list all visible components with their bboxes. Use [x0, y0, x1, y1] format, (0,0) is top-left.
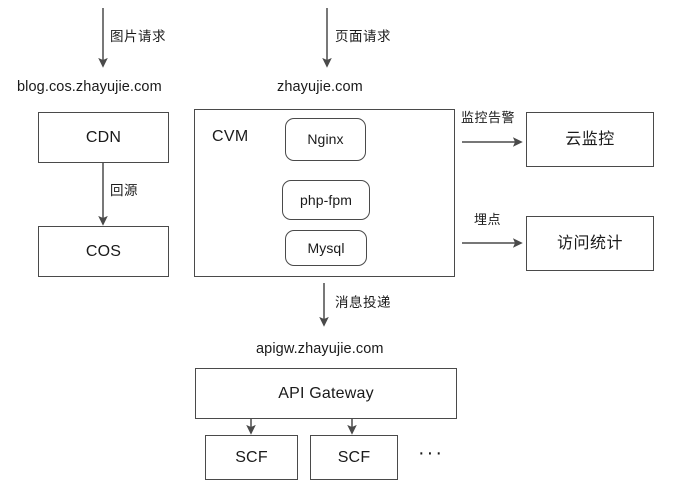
diagram-canvas: 图片请求 页面请求 blog.cos.zhayujie.com zhayujie…: [0, 0, 683, 500]
edge-label-back-to-source: 回源: [110, 183, 138, 198]
node-visit-stats-label: 访问统计: [556, 234, 623, 252]
node-php-fpm-label: php-fpm: [299, 191, 353, 208]
node-scf-2-label: SCF: [337, 448, 371, 466]
node-api-gateway-label: API Gateway: [278, 384, 374, 402]
node-php-fpm[interactable]: php-fpm: [282, 180, 370, 220]
node-mysql-label: Mysql: [307, 239, 345, 256]
node-visit-stats[interactable]: 访问统计: [526, 216, 654, 271]
node-scf-1[interactable]: SCF: [205, 435, 298, 480]
node-scf-1-label: SCF: [235, 448, 268, 466]
edge-label-tracking-point: 埋点: [474, 212, 502, 227]
edge-label-page-request: 页面请求: [335, 29, 391, 44]
node-api-gateway[interactable]: API Gateway: [195, 368, 457, 419]
edge-label-monitor-alarm: 监控告警: [461, 110, 516, 125]
node-cvm-label: CVM: [212, 128, 249, 145]
domain-label-blog-cos: blog.cos.zhayujie.com: [17, 79, 162, 95]
node-cloud-monitor[interactable]: 云监控: [526, 112, 654, 167]
node-cos-label: COS: [85, 242, 122, 260]
node-nginx-label: Nginx: [307, 131, 344, 148]
node-nginx[interactable]: Nginx: [285, 118, 366, 161]
node-cloud-monitor-label: 云监控: [565, 130, 615, 148]
node-cdn[interactable]: CDN: [38, 112, 169, 163]
scf-more-ellipsis: ···: [418, 442, 444, 464]
domain-label-apigw: apigw.zhayujie.com: [256, 341, 384, 357]
edge-label-image-request: 图片请求: [110, 29, 166, 44]
node-mysql[interactable]: Mysql: [285, 230, 367, 266]
edge-label-message-delivery: 消息投递: [335, 295, 391, 310]
node-scf-2[interactable]: SCF: [310, 435, 398, 480]
domain-label-zhayujie: zhayujie.com: [277, 79, 363, 95]
node-cdn-label: CDN: [85, 128, 122, 146]
node-cos[interactable]: COS: [38, 226, 169, 277]
